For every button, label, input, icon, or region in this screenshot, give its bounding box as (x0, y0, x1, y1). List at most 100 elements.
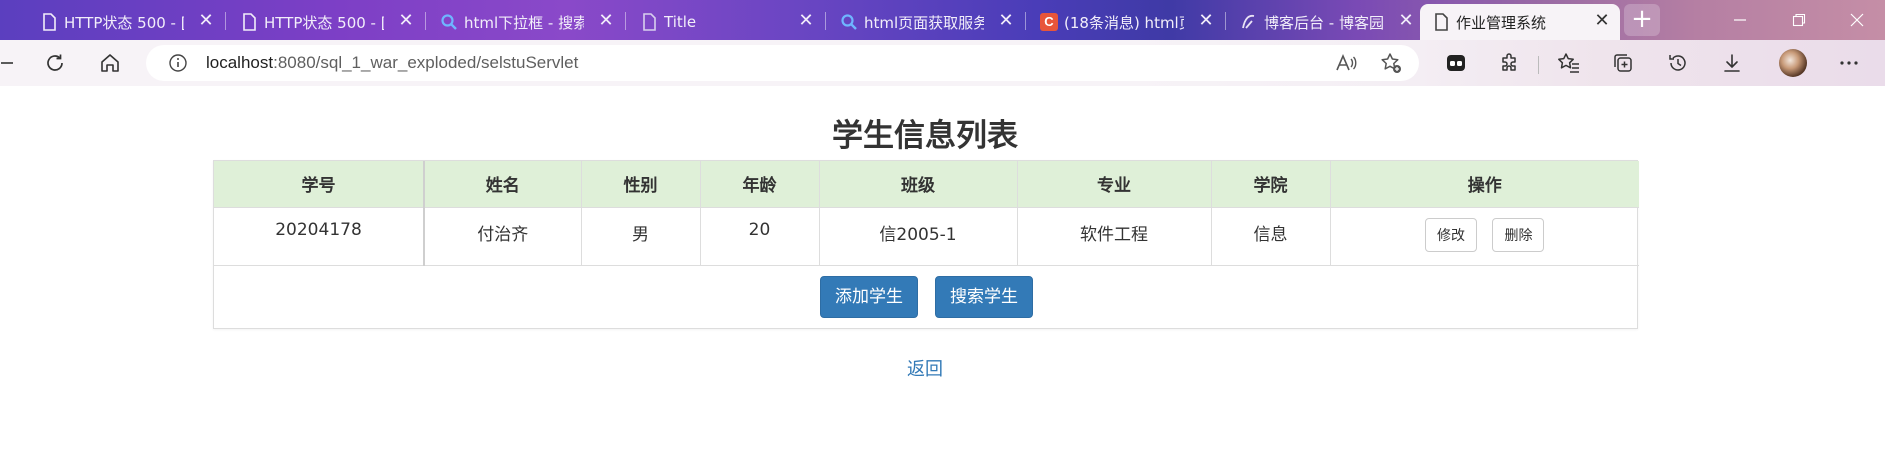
tab-search-dropdown[interactable]: html下拉框 - 搜索 ✕ (428, 4, 624, 40)
close-icon[interactable]: ✕ (396, 11, 416, 31)
puzzle-icon (1502, 53, 1516, 71)
tab-separator (825, 12, 826, 30)
close-icon[interactable]: ✕ (196, 11, 216, 31)
arrow-left-icon (1, 62, 13, 64)
url-host: localhost (206, 53, 274, 72)
refresh-button[interactable] (39, 47, 71, 79)
add-student-button[interactable]: 添加学生 (819, 276, 918, 318)
cell-major: 软件工程 (1017, 207, 1212, 266)
column-header-college: 学院 (1211, 161, 1331, 208)
column-header-class: 班级 (819, 161, 1018, 208)
avatar (1779, 49, 1807, 77)
document-icon (43, 13, 56, 31)
star-add-icon (1381, 53, 1401, 73)
more-icon (1840, 61, 1858, 65)
document-icon (243, 13, 256, 31)
close-window-button[interactable] (1828, 0, 1885, 40)
info-icon[interactable] (168, 53, 188, 73)
extensions-button[interactable] (1494, 47, 1526, 79)
read-aloud-icon (1336, 53, 1357, 71)
column-header-actions: 操作 (1330, 161, 1639, 208)
csdn-logo-icon: C (1040, 13, 1058, 31)
collections-button[interactable] (1607, 47, 1639, 79)
student-table: 学号 姓名 性别 年龄 班级 专业 学院 操作 20204178 付治齐 男 2… (214, 161, 1639, 266)
browser-tab-strip: HTTP状态 500 - [ ✕ HTTP状态 500 - [ ✕ html下拉… (0, 0, 1885, 40)
search-icon (841, 14, 857, 30)
downloads-button[interactable] (1716, 47, 1748, 79)
document-icon (643, 13, 656, 31)
home-button[interactable] (94, 47, 126, 79)
minimize-button[interactable] (1711, 0, 1769, 40)
history-button[interactable] (1662, 47, 1694, 79)
cell-college: 信息 (1211, 207, 1331, 266)
collections-icon (1614, 54, 1632, 72)
url-text[interactable]: localhost:8080/sql_1_war_exploded/selstu… (206, 53, 578, 73)
extension-button[interactable] (1440, 47, 1472, 79)
tab-homework-system[interactable]: 作业管理系统 ✕ (1420, 4, 1620, 40)
tab-separator (425, 12, 426, 30)
document-icon (1435, 13, 1448, 31)
download-icon (1724, 54, 1740, 72)
minimize-icon (1734, 19, 1746, 21)
restore-icon (1792, 13, 1806, 27)
edit-button[interactable]: 修改 (1425, 217, 1478, 252)
favorite-add-button[interactable] (1379, 51, 1405, 75)
toolbar-divider (1538, 56, 1539, 74)
column-header-gender: 性别 (581, 161, 701, 208)
tab-separator (625, 12, 626, 30)
favorites-button[interactable] (1553, 47, 1585, 79)
profile-button[interactable] (1777, 47, 1809, 79)
address-bar[interactable]: localhost:8080/sql_1_war_exploded/selstu… (146, 45, 1419, 81)
tab-title: HTTP状态 500 - [ (64, 13, 184, 32)
close-icon[interactable]: ✕ (596, 11, 616, 31)
cell-name: 付治齐 (424, 207, 582, 266)
tab-title: html下拉框 - 搜索 (464, 13, 584, 32)
close-icon[interactable]: ✕ (1592, 11, 1612, 31)
close-icon[interactable]: ✕ (1396, 11, 1416, 31)
settings-more-button[interactable] (1833, 47, 1865, 79)
tab-title: html页面获取服务 (864, 13, 984, 32)
cell-age: 20 (700, 207, 820, 266)
tab-separator (225, 12, 226, 30)
cell-gender: 男 (581, 207, 701, 266)
search-student-button[interactable]: 搜索学生 (935, 276, 1034, 318)
column-header-id: 学号 (214, 161, 425, 208)
tab-http-500-1[interactable]: HTTP状态 500 - [ ✕ (28, 4, 224, 40)
history-icon (1669, 55, 1686, 71)
refresh-icon (47, 54, 63, 71)
tab-separator (1225, 12, 1226, 30)
tab-separator (1025, 12, 1026, 30)
tab-title: (18条消息) html页 (1064, 13, 1184, 32)
column-header-major: 专业 (1017, 161, 1212, 208)
tab-search-server[interactable]: html页面获取服务 ✕ (828, 4, 1024, 40)
cnblogs-logo-icon (1242, 14, 1255, 29)
read-aloud-button[interactable] (1334, 51, 1360, 75)
new-tab-button[interactable]: + (1624, 4, 1660, 36)
close-icon (1850, 13, 1864, 27)
cell-actions: 修改 删除 (1330, 207, 1639, 266)
tab-http-500-2[interactable]: HTTP状态 500 - [ ✕ (228, 4, 424, 40)
tab-title: Title (664, 13, 697, 31)
back-link-text[interactable]: 返回 (907, 359, 943, 380)
table-header-row: 学号 姓名 性别 年龄 班级 专业 学院 操作 (214, 161, 1639, 208)
restore-button[interactable] (1770, 0, 1828, 40)
browser-toolbar: localhost:8080/sql_1_war_exploded/selstu… (0, 40, 1885, 86)
close-icon[interactable]: ✕ (796, 11, 816, 31)
column-header-age: 年龄 (700, 161, 820, 208)
back-link: 返回 (0, 355, 1850, 381)
page-title: 学生信息列表 (832, 118, 1018, 154)
tab-cnblogs[interactable]: 博客后台 - 博客园 ✕ (1228, 4, 1424, 40)
delete-button[interactable]: 删除 (1492, 217, 1545, 252)
tab-csdn[interactable]: C (18条消息) html页 ✕ (1028, 4, 1224, 40)
table-actions: 添加学生 搜索学生 (214, 276, 1639, 318)
search-icon (441, 14, 457, 30)
close-icon[interactable]: ✕ (996, 11, 1016, 31)
home-icon (101, 54, 119, 72)
url-path: :8080/sql_1_war_exploded/selstuServlet (273, 53, 579, 72)
tab-title: 作业管理系统 (1456, 13, 1547, 32)
cell-id: 20204178 (214, 207, 425, 266)
tab-title-page[interactable]: Title ✕ (628, 4, 824, 40)
favorites-icon (1558, 53, 1579, 73)
close-icon[interactable]: ✕ (1196, 11, 1216, 31)
back-button[interactable] (0, 47, 14, 79)
